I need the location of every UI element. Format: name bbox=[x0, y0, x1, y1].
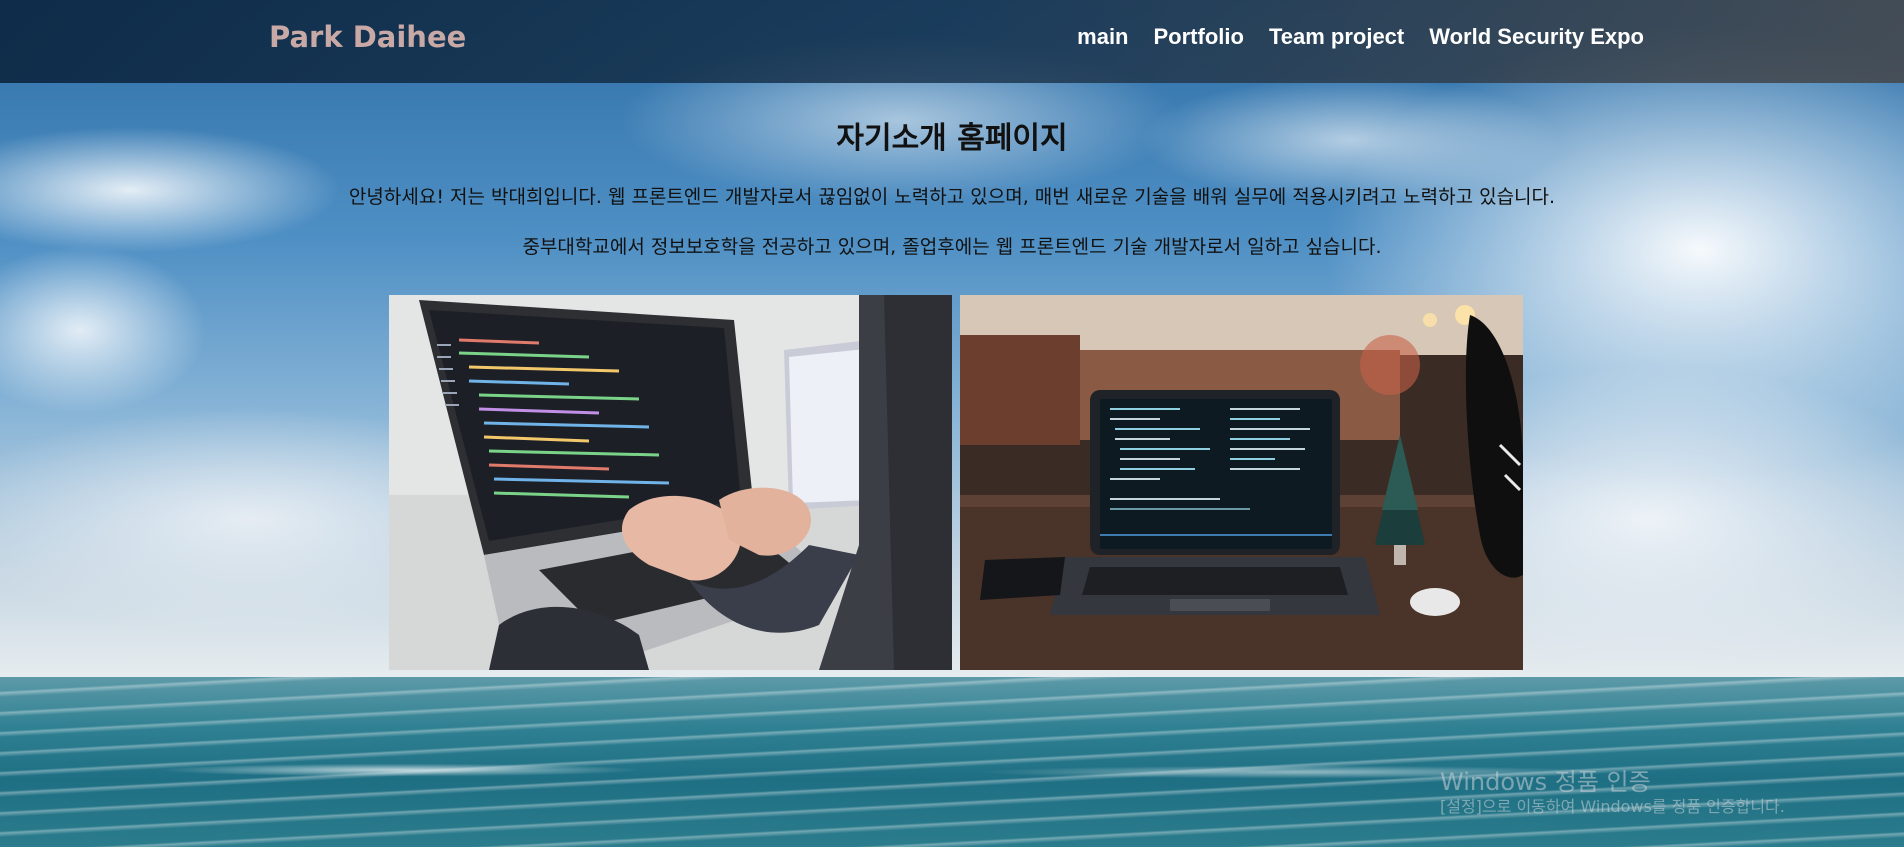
intro-paragraph-2: 중부대학교에서 정보보호학을 전공하고 있으며, 졸업후에는 웹 프론트엔드 기… bbox=[522, 236, 1382, 258]
windows-activation-title: Windows 정품 인증 bbox=[1440, 768, 1651, 796]
top-navbar: Park Daihee main Portfolio Team project … bbox=[0, 0, 1904, 83]
intro-paragraph-1: 안녕하세요! 저는 박대희입니다. 웹 프론트엔드 개발자로서 끊임없이 노력하… bbox=[348, 186, 1556, 208]
nav-item-team-project[interactable]: Team project bbox=[1269, 24, 1404, 50]
page-title: 자기소개 홈페이지 bbox=[836, 121, 1068, 156]
main-nav: main Portfolio Team project World Securi… bbox=[1077, 24, 1644, 50]
laptop-desk-illustration bbox=[960, 295, 1523, 670]
laptop-desk-photo bbox=[960, 295, 1523, 670]
brand-logo[interactable]: Park Daihee bbox=[269, 20, 466, 54]
laptop-typing-illustration bbox=[389, 295, 952, 670]
sky-background bbox=[0, 0, 1904, 677]
nav-item-world-security-expo[interactable]: World Security Expo bbox=[1429, 24, 1644, 50]
nav-item-portfolio[interactable]: Portfolio bbox=[1154, 24, 1244, 50]
laptop-typing-photo bbox=[389, 295, 952, 670]
windows-activation-hint: [설정]으로 이동하여 Windows를 정품 인증합니다. bbox=[1440, 797, 1785, 816]
nav-item-main[interactable]: main bbox=[1077, 24, 1128, 50]
